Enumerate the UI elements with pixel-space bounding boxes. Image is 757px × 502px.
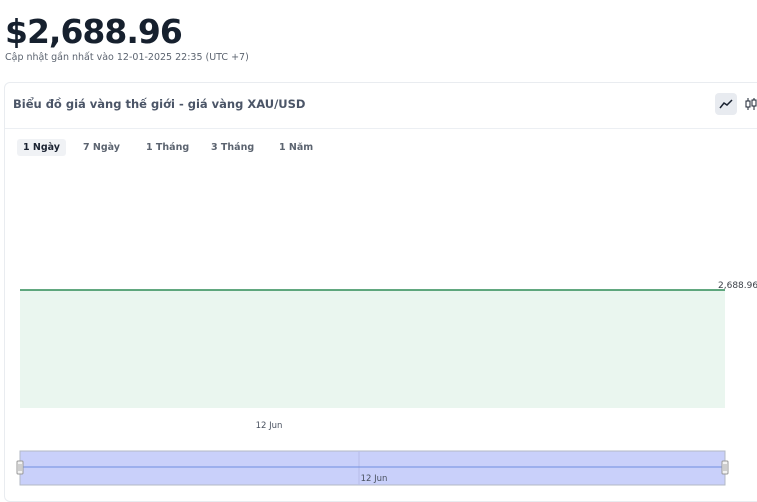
navigator-left-handle[interactable] [16,460,24,475]
last-price-label: 2,688.96 [718,281,757,291]
price-area [20,290,725,408]
x-tick-label: 12 Jun [256,421,283,431]
price-chart: 2,688.96 12 Jun 12 Jun [16,281,757,486]
navigator-right-handle[interactable] [721,460,729,475]
navigator-label: 12 Jun [361,474,388,484]
